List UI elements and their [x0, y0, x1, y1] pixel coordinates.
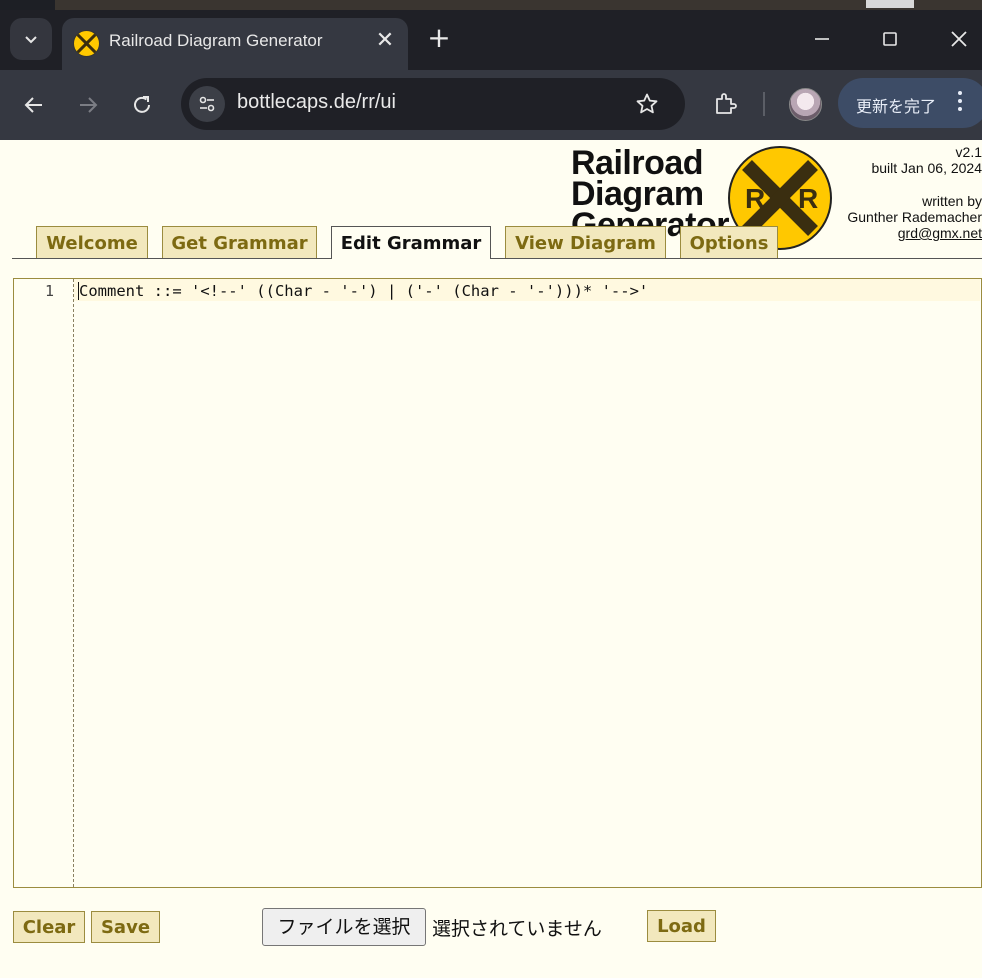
save-button[interactable]: Save	[91, 911, 160, 943]
author-email-link[interactable]: grd@gmx.net	[898, 225, 982, 241]
toolbar-divider	[763, 92, 765, 116]
version-label: v2.1	[955, 144, 982, 160]
browser-tab-strip: Railroad Diagram Generator ✕ +	[0, 10, 982, 70]
tab-view-diagram[interactable]: View Diagram	[505, 226, 666, 258]
profile-avatar[interactable]	[789, 88, 822, 121]
build-date: built Jan 06, 2024	[871, 160, 982, 176]
tab-title: Railroad Diagram Generator	[109, 31, 323, 50]
tab-edit-grammar[interactable]: Edit Grammar	[331, 226, 491, 259]
svg-text:R: R	[745, 183, 765, 214]
line-number-gutter: 1	[14, 279, 74, 887]
bookmark-star-icon[interactable]	[633, 90, 661, 118]
choose-file-button[interactable]: ファイルを選択	[262, 908, 426, 946]
railroad-crossing-icon	[73, 30, 100, 57]
arrow-right-icon	[80, 97, 98, 113]
new-tab-button[interactable]: +	[424, 24, 454, 54]
minimize-button[interactable]	[800, 22, 844, 56]
grammar-code-line[interactable]: Comment ::= '<!--' ((Char - '-') | ('-' …	[79, 281, 648, 301]
desktop-background	[0, 0, 982, 10]
back-button[interactable]	[17, 88, 51, 122]
browser-tab[interactable]: Railroad Diagram Generator ✕	[62, 18, 408, 70]
update-button[interactable]: 更新を完了	[838, 78, 982, 128]
browser-toolbar: bottlecaps.de/rr/ui 更新を完了	[0, 70, 982, 140]
more-menu-icon[interactable]	[955, 91, 965, 115]
line-number: 1	[44, 282, 54, 300]
author-name: Gunther Rademacher	[847, 209, 982, 225]
arrow-left-icon	[24, 97, 42, 113]
close-window-button[interactable]	[937, 22, 981, 56]
tab-options[interactable]: Options	[680, 226, 778, 258]
written-by-label: written by	[922, 193, 982, 209]
tab-welcome[interactable]: Welcome	[36, 226, 148, 258]
file-status-text: 選択されていません	[432, 918, 602, 940]
grammar-editor[interactable]: 1 Comment ::= '<!--' ((Char - '-') | ('-…	[13, 278, 982, 888]
tab-get-grammar[interactable]: Get Grammar	[162, 226, 317, 258]
minimize-icon	[815, 38, 829, 40]
version-info: v2.1 built Jan 06, 2024 written by Gunth…	[847, 144, 982, 241]
reload-button[interactable]	[125, 88, 159, 122]
update-label: 更新を完了	[856, 97, 937, 116]
tab-search-button[interactable]	[10, 18, 52, 60]
close-icon	[951, 31, 967, 47]
chevron-down-icon	[25, 36, 37, 44]
url-text[interactable]: bottlecaps.de/rr/ui	[237, 91, 396, 114]
extensions-icon[interactable]	[710, 88, 742, 120]
svg-text:R: R	[798, 183, 818, 214]
reload-icon	[134, 96, 150, 113]
tab-underline	[12, 258, 982, 259]
text-cursor	[78, 282, 79, 300]
clear-button[interactable]: Clear	[13, 911, 85, 943]
load-button[interactable]: Load	[647, 910, 716, 942]
address-bar[interactable]: bottlecaps.de/rr/ui	[181, 78, 685, 130]
site-settings-icon[interactable]	[189, 86, 225, 122]
forward-button[interactable]	[71, 88, 105, 122]
maximize-button[interactable]	[868, 22, 912, 56]
maximize-icon	[883, 32, 897, 46]
close-tab-icon[interactable]: ✕	[372, 28, 398, 54]
